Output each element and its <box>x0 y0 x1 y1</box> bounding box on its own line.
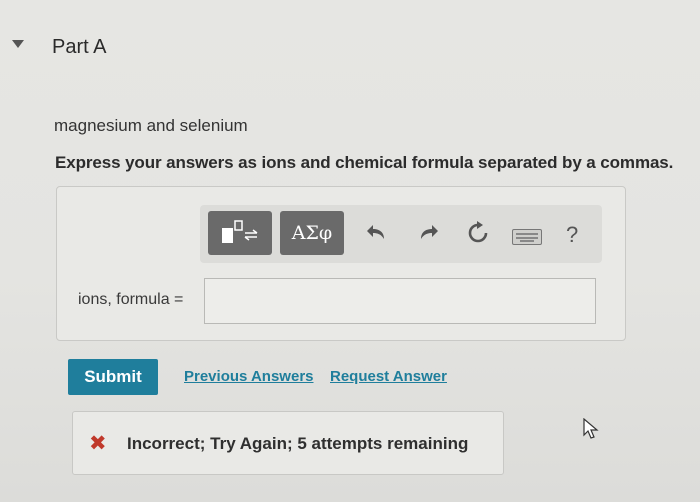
mouse-cursor-icon <box>583 417 599 445</box>
templates-button[interactable] <box>208 211 272 255</box>
submit-button[interactable]: Submit <box>68 359 158 395</box>
collapse-caret-icon[interactable] <box>12 40 24 48</box>
previous-answers-link[interactable]: Previous Answers <box>184 368 314 385</box>
question-instruction: Express your answers as ions and chemica… <box>55 153 674 172</box>
question-prompt: magnesium and selenium <box>54 116 248 135</box>
redo-icon[interactable] <box>417 223 439 247</box>
templates-icon <box>222 220 258 243</box>
symbols-button[interactable]: ΑΣφ <box>280 211 344 255</box>
reset-icon[interactable] <box>466 221 490 250</box>
incorrect-x-icon: ✖ <box>89 432 107 455</box>
part-title[interactable]: Part A <box>52 36 106 59</box>
request-answer-link[interactable]: Request Answer <box>330 368 447 385</box>
help-icon[interactable]: ? <box>566 222 578 248</box>
feedback-message: Incorrect; Try Again; 5 attempts remaini… <box>127 434 469 453</box>
answer-label: ions, formula = <box>78 291 184 308</box>
undo-icon[interactable] <box>366 223 388 247</box>
answer-input[interactable] <box>204 278 596 324</box>
keyboard-icon[interactable] <box>512 229 542 245</box>
